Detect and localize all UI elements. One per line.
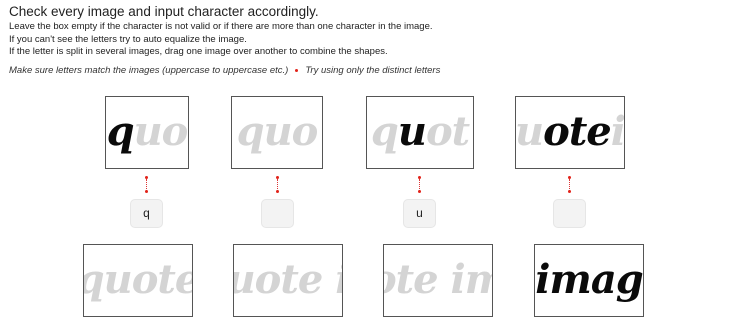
segment-image-1[interactable]: quo xyxy=(105,96,189,169)
segment-faded-text: uo xyxy=(133,107,188,155)
char-input-2[interactable] xyxy=(261,199,294,228)
segment-char: q xyxy=(106,107,135,155)
segment-faded-text: quote xyxy=(84,255,193,303)
segment-image-3[interactable]: quot xyxy=(366,96,474,169)
segment-image-5[interactable]: quote xyxy=(83,244,193,317)
char-input-4[interactable] xyxy=(553,199,586,228)
instruction-line: If you can't see the letters try to auto… xyxy=(9,33,247,45)
instruction-line: If the letter is split in several images… xyxy=(9,46,388,57)
segment-char: u xyxy=(397,107,427,155)
connector-dot xyxy=(418,190,421,193)
char-input-3[interactable]: u xyxy=(403,199,436,228)
segment-faded-prefix: u xyxy=(515,107,544,155)
segment-image-6[interactable]: uote i xyxy=(233,244,343,317)
segment-faded-prefix: q xyxy=(370,107,399,155)
connector-dot xyxy=(145,190,148,193)
segment-char: imag xyxy=(535,255,643,303)
segment-image-7[interactable]: ote im xyxy=(383,244,493,317)
segment-char: ote xyxy=(543,107,612,155)
separator-dot xyxy=(295,69,299,72)
page-title: Check every image and input character ac… xyxy=(9,4,319,19)
segment-faded-text: quo xyxy=(236,107,319,155)
connector-dot xyxy=(568,190,571,193)
segment-faded-text: uote i xyxy=(233,255,342,303)
segment-image-8[interactable]: imag xyxy=(534,244,644,317)
tip-uppercase: Make sure letters match the images (uppe… xyxy=(9,65,289,76)
segment-faded-text: ot xyxy=(425,107,470,155)
tip-distinct-letters: Try using only the distinct letters xyxy=(305,65,441,76)
tips-row: Make sure letters match the images (uppe… xyxy=(9,65,440,76)
char-input-1[interactable]: q xyxy=(130,199,163,228)
instruction-line: Leave the box empty if the character is … xyxy=(9,21,433,32)
segment-faded-text: ote im xyxy=(384,255,492,303)
connector-dot xyxy=(276,190,279,193)
instructions: Leave the box empty if the character is … xyxy=(9,21,433,59)
segment-image-2[interactable]: quo xyxy=(231,96,323,169)
segment-image-4[interactable]: uotei xyxy=(515,96,625,169)
segment-faded-text: i xyxy=(610,107,625,155)
